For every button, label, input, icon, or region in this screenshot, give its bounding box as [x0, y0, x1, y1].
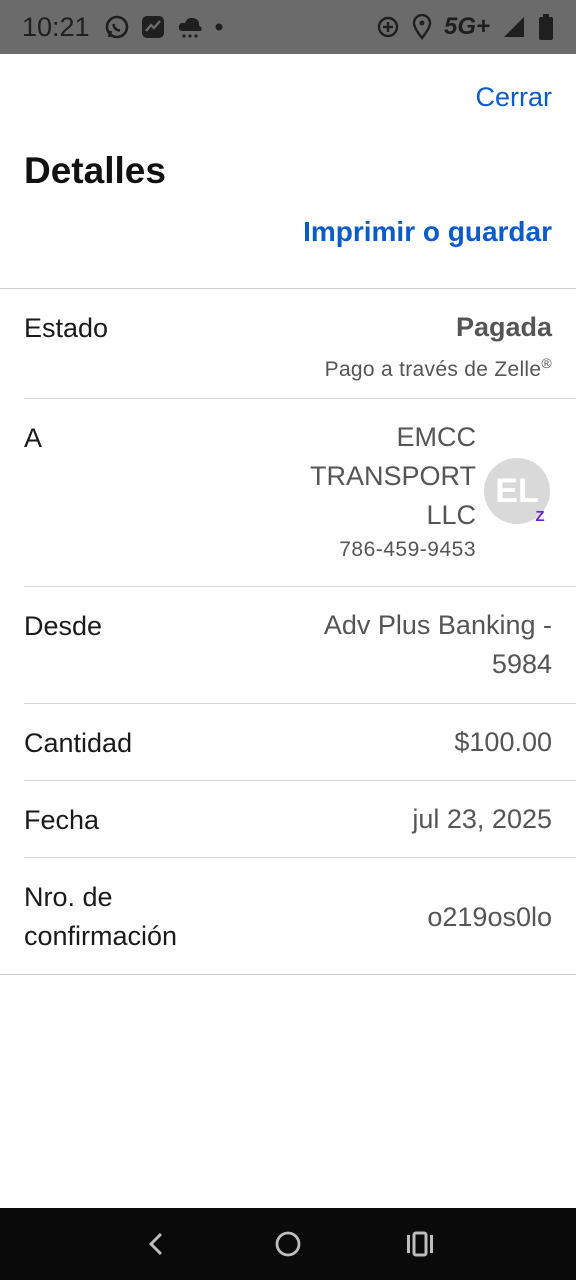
- network-type: 5G+: [443, 13, 490, 40]
- home-icon[interactable]: [266, 1222, 310, 1266]
- divider: [24, 703, 576, 704]
- navigation-bar: [0, 1208, 576, 1280]
- payment-method-text: Pago a través de Zelle: [324, 358, 542, 381]
- signal-icon: [502, 15, 526, 39]
- status-value: Pagada: [455, 312, 552, 342]
- divider: [24, 398, 576, 399]
- amount-label: Cantidad: [24, 728, 133, 758]
- chart-app-icon: [140, 14, 166, 40]
- divider: [0, 974, 576, 975]
- page-title: Detalles: [24, 150, 166, 191]
- location-icon: [412, 14, 432, 40]
- recents-icon[interactable]: [398, 1222, 442, 1266]
- date-value: jul 23, 2025: [412, 804, 552, 834]
- details-sheet: Cerrar Detalles Imprimir o guardar Estad…: [0, 54, 576, 1208]
- whatsapp-icon: [104, 14, 130, 40]
- from-label: Desde: [24, 611, 103, 641]
- recipient-label: A: [24, 423, 43, 453]
- notification-icons: [104, 14, 224, 40]
- divider: [24, 586, 576, 587]
- weather-icon: [176, 14, 204, 40]
- status-time: 10:21: [22, 11, 90, 42]
- confirmation-number: o219os0lo: [427, 902, 552, 932]
- amount-value: $100.00: [454, 727, 552, 757]
- status-bar: 10:21 5G+: [0, 0, 576, 54]
- dot-icon: [214, 22, 224, 32]
- divider: [24, 780, 576, 781]
- battery-icon: [538, 13, 554, 41]
- payment-method: Pago a través de Zelle®: [325, 347, 552, 386]
- recipient-name: EMCC TRANSPORT LLC: [309, 422, 476, 530]
- recipient-phone: 786-459-9453: [339, 538, 476, 561]
- status-label: Estado: [24, 313, 109, 343]
- divider: [24, 857, 576, 858]
- registered-mark: ®: [541, 355, 552, 371]
- close-button[interactable]: Cerrar: [475, 82, 552, 113]
- status-value-group: Pagada Pago a través de Zelle®: [325, 308, 552, 386]
- confirmation-label: Nro. de confirmación: [24, 882, 178, 951]
- back-icon[interactable]: [134, 1222, 178, 1266]
- divider: [0, 288, 576, 289]
- print-or-save-button[interactable]: Imprimir o guardar: [303, 216, 552, 248]
- system-icons: 5G+: [376, 13, 554, 41]
- zelle-icon: Z: [535, 507, 545, 525]
- data-saver-icon: [376, 15, 400, 39]
- from-account: Adv Plus Banking - 5984: [323, 610, 552, 679]
- date-label: Fecha: [24, 805, 100, 835]
